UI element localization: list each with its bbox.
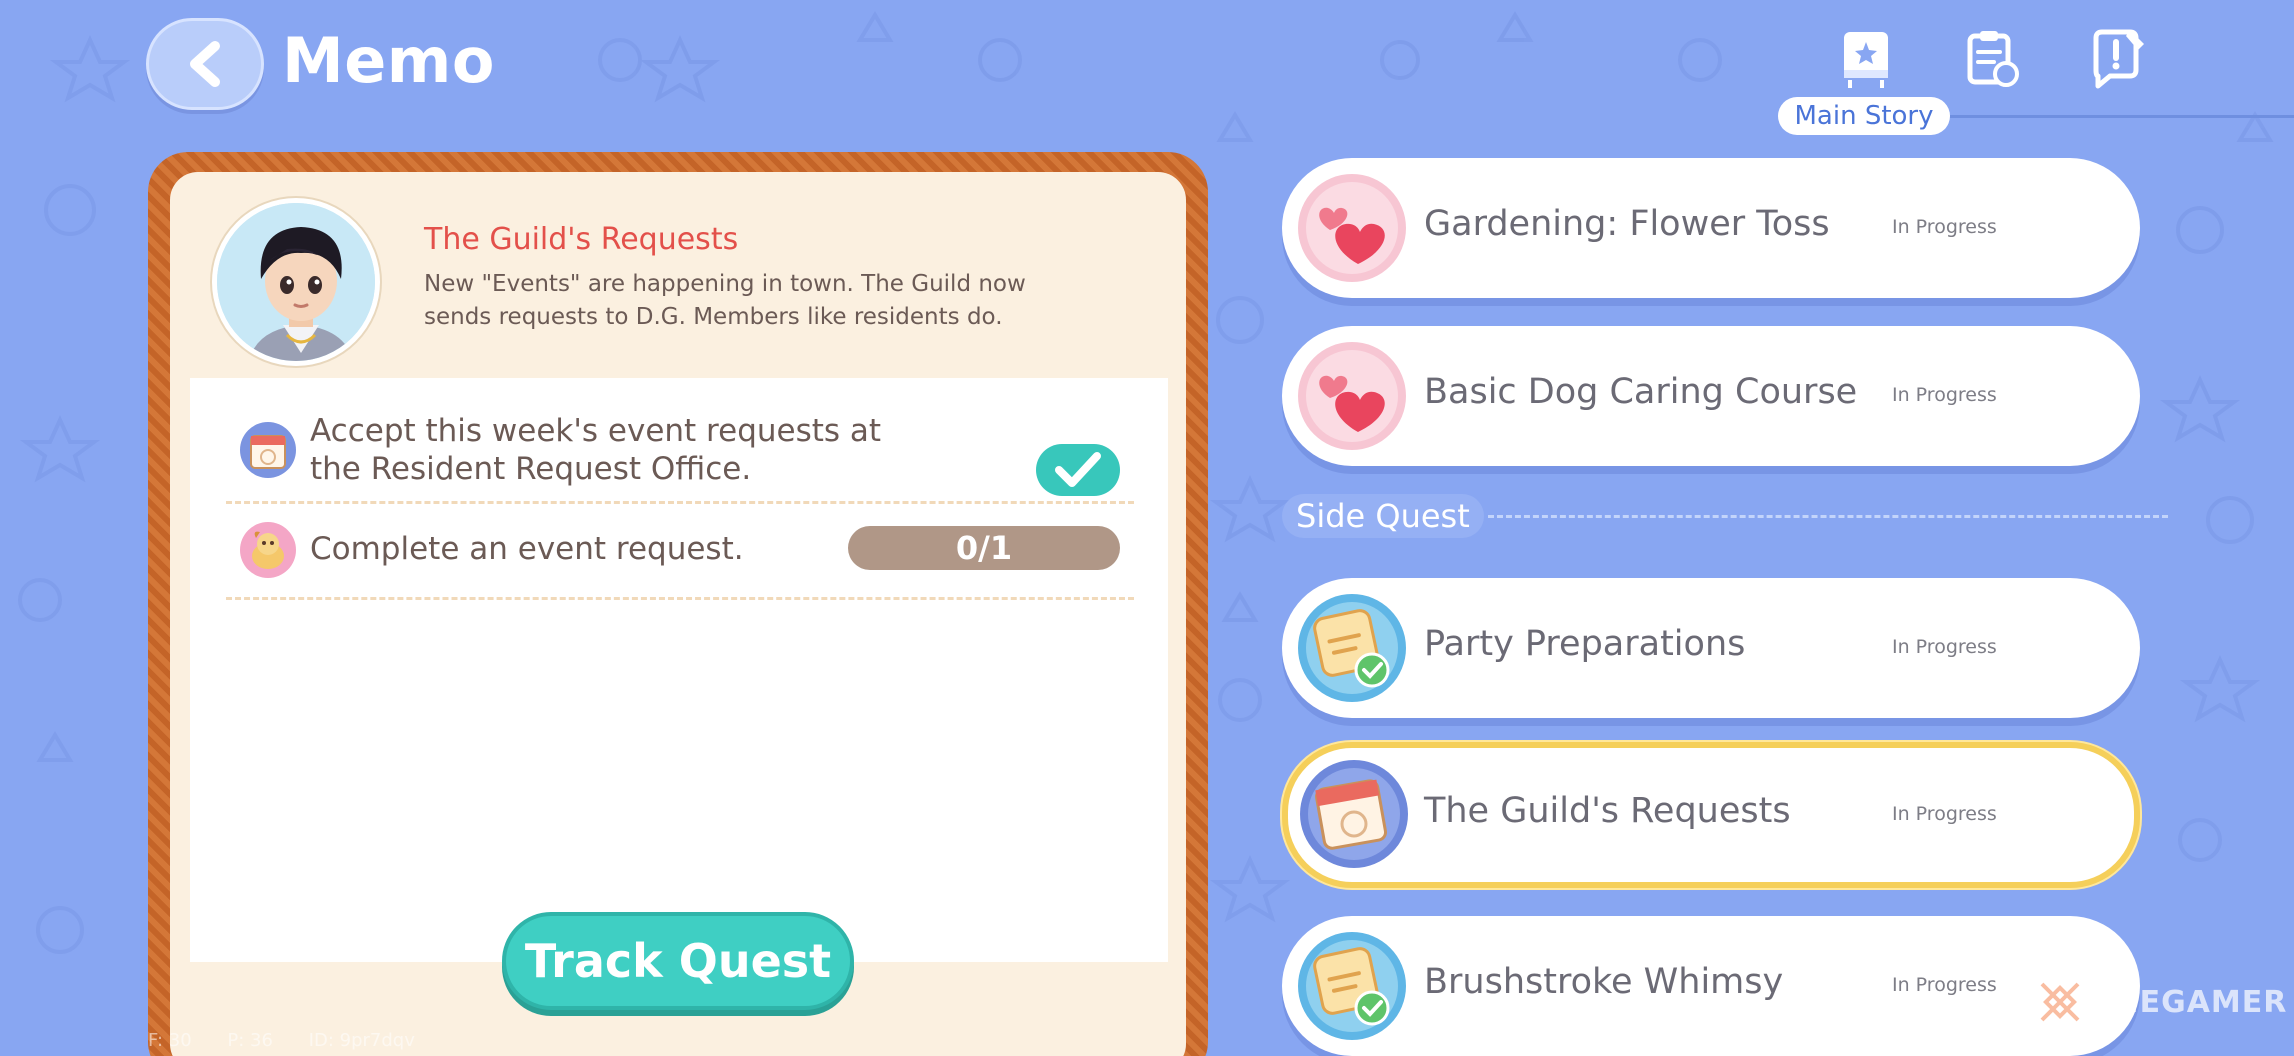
- tab-underline: [1950, 115, 2294, 118]
- quest-name: Party Preparations: [1424, 624, 1746, 664]
- memo-check-icon: [1298, 594, 1406, 702]
- calendar-icon: [240, 422, 296, 478]
- quest-card-side-2[interactable]: Brushstroke Whimsy In Progress: [1282, 916, 2140, 1056]
- debug-f: F: 30: [148, 1030, 192, 1051]
- quest-name: Basic Dog Caring Course: [1424, 372, 1858, 412]
- quest-card-main-1[interactable]: Basic Dog Caring Course In Progress: [1282, 326, 2140, 466]
- calendar-icon: [1300, 760, 1408, 868]
- npc-portrait: [212, 198, 380, 366]
- track-quest-button[interactable]: Track Quest: [502, 912, 854, 1010]
- quest-status: In Progress: [1892, 216, 1997, 238]
- clipboard-refresh-icon: [1967, 31, 2019, 87]
- task-row: Accept this week's event requests at the…: [226, 400, 1134, 504]
- quest-status: In Progress: [1892, 974, 1997, 996]
- quest-card-side-1-selected[interactable]: The Guild's Requests In Progress: [1282, 742, 2140, 888]
- back-button[interactable]: [146, 18, 264, 110]
- watermark: THEGAMER: [2036, 978, 2287, 1026]
- quest-description: New "Events" are happening in town. The …: [424, 271, 1026, 330]
- tab-notes[interactable]: [2086, 26, 2150, 90]
- quest-name: Gardening: Flower Toss: [1424, 204, 1830, 244]
- quest-card-main-0[interactable]: Gardening: Flower Toss In Progress: [1282, 158, 2140, 298]
- quest-status: In Progress: [1892, 384, 1997, 406]
- back-arrow-icon: [190, 41, 220, 87]
- tab-main-story[interactable]: [1834, 26, 1898, 90]
- checkmark-icon: [1055, 452, 1101, 487]
- debug-id: ID: 9pr7dqv: [308, 1030, 415, 1051]
- watermark-logo-icon: [2040, 982, 2080, 1022]
- tab-daily[interactable]: [1960, 26, 2024, 90]
- side-quest-label: Side Quest: [1282, 494, 1484, 538]
- quest-status: In Progress: [1892, 803, 1997, 825]
- task-text: Complete an event request.: [310, 531, 744, 567]
- page-title: Memo: [282, 24, 495, 97]
- quest-name: Brushstroke Whimsy: [1424, 962, 1784, 1002]
- task-row: Complete an event request. 0/1: [226, 504, 1134, 600]
- quest-card-side-0[interactable]: Party Preparations In Progress: [1282, 578, 2140, 718]
- memo-check-icon: [1298, 932, 1406, 1040]
- quest-name: The Guild's Requests: [1424, 791, 1791, 831]
- hearts-icon: [1298, 174, 1406, 282]
- hearts-icon: [1298, 342, 1406, 450]
- debug-p: P: 36: [227, 1030, 273, 1051]
- completed-badge: [1036, 444, 1120, 496]
- task-text-line1: Accept this week's event requests at: [310, 413, 882, 449]
- task-text-line2: the Resident Request Office.: [310, 451, 752, 487]
- task-progress-bar: 0/1: [848, 526, 1120, 570]
- debug-info: F: 30 P: 36 ID: 9pr7dqv: [148, 1030, 445, 1051]
- watermark-text: THEGAMER: [2092, 984, 2288, 1020]
- storybook-icon: [1844, 32, 1888, 88]
- dog-badge-icon: [240, 522, 296, 578]
- note-exclamation-icon: [2093, 29, 2144, 89]
- side-quest-divider: [1488, 515, 2168, 518]
- quest-status: In Progress: [1892, 636, 1997, 658]
- quest-title: The Guild's Requests: [424, 222, 739, 257]
- active-tab-label[interactable]: Main Story: [1778, 97, 1950, 135]
